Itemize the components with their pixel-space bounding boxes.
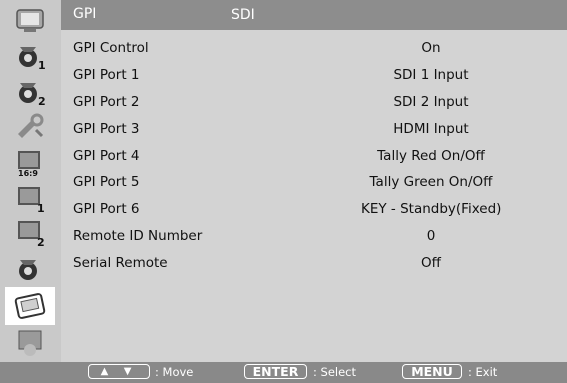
exit-hint: : Exit xyxy=(468,365,498,379)
move-key[interactable]: ▲ ▼ xyxy=(88,364,150,379)
menu-row-gpi-port-3[interactable]: GPI Port 3 HDMI Input xyxy=(61,117,567,143)
menu-row-gpi-port-6[interactable]: GPI Port 6 KEY - Standby(Fixed) xyxy=(61,197,567,223)
monitor-icon[interactable] xyxy=(9,4,51,38)
menu-row-label: GPI Port 3 xyxy=(73,121,140,137)
menu-row-gpi-control[interactable]: GPI Control On xyxy=(61,36,567,62)
info-icon[interactable] xyxy=(9,325,51,359)
video-16-9-icon[interactable]: 16:9 xyxy=(9,146,51,180)
gear-icon[interactable] xyxy=(9,253,51,287)
menu-row-label: GPI Port 2 xyxy=(73,94,140,110)
menu-row-value[interactable]: Tally Green On/Off xyxy=(361,174,501,190)
enter-key[interactable]: ENTER xyxy=(244,364,307,379)
svg-text:1: 1 xyxy=(37,202,45,215)
menu-row-value[interactable]: Off xyxy=(361,255,501,271)
menu-key[interactable]: MENU xyxy=(402,364,462,379)
menu-row-value[interactable]: SDI 2 Input xyxy=(361,94,501,110)
menu-row-value[interactable]: SDI 1 Input xyxy=(361,67,501,83)
menu-row-label: GPI Port 4 xyxy=(73,148,140,164)
input-source-label: SDI xyxy=(231,7,255,23)
menu-row-value[interactable]: Tally Red On/Off xyxy=(361,148,501,164)
menu-row-value[interactable]: 0 xyxy=(361,228,501,244)
menu-row-remote-id-number[interactable]: Remote ID Number 0 xyxy=(61,224,567,250)
menu-row-serial-remote[interactable]: Serial Remote Off xyxy=(61,251,567,277)
menu-row-gpi-port-1[interactable]: GPI Port 1 SDI 1 Input xyxy=(61,63,567,89)
select-hint: : Select xyxy=(313,365,357,379)
key-help-bar: ▲ ▼ : Move ENTER : Select MENU : Exit xyxy=(0,362,567,383)
video-1-icon[interactable]: 1 xyxy=(9,182,51,216)
video-2-icon[interactable]: 2 xyxy=(9,216,51,250)
gpi-port-icon[interactable] xyxy=(5,287,55,325)
move-hint: : Move xyxy=(155,365,194,379)
menu-row-gpi-port-5[interactable]: GPI Port 5 Tally Green On/Off xyxy=(61,170,567,196)
menu-row-label: GPI Port 5 xyxy=(73,174,140,190)
menu-row-gpi-port-2[interactable]: GPI Port 2 SDI 2 Input xyxy=(61,90,567,116)
svg-text:2: 2 xyxy=(37,236,45,249)
menu-title: GPI xyxy=(73,6,97,22)
menu-row-label: Serial Remote xyxy=(73,255,168,271)
svg-text:2: 2 xyxy=(38,95,46,108)
up-down-arrows-icon: ▲ ▼ xyxy=(100,366,138,377)
gear-2-icon[interactable]: 2 xyxy=(9,76,51,110)
menu-row-value[interactable]: On xyxy=(361,40,501,56)
gear-1-icon[interactable]: 1 xyxy=(9,40,51,74)
svg-text:16:9: 16:9 xyxy=(18,169,38,178)
menu-row-label: Remote ID Number xyxy=(73,228,203,244)
menu-row-value[interactable]: HDMI Input xyxy=(361,121,501,137)
svg-text:1: 1 xyxy=(38,59,46,72)
sidebar: 1 2 16:9 1 2 xyxy=(0,0,61,383)
menu-header: GPI SDI xyxy=(61,0,567,30)
menu-row-gpi-port-4[interactable]: GPI Port 4 Tally Red On/Off xyxy=(61,144,567,170)
menu-row-label: GPI Control xyxy=(73,40,149,56)
menu-row-label: GPI Port 1 xyxy=(73,67,140,83)
menu-row-value[interactable]: KEY - Standby(Fixed) xyxy=(361,201,501,217)
menu-row-label: GPI Port 6 xyxy=(73,201,140,217)
wrench-icon[interactable] xyxy=(9,110,51,144)
